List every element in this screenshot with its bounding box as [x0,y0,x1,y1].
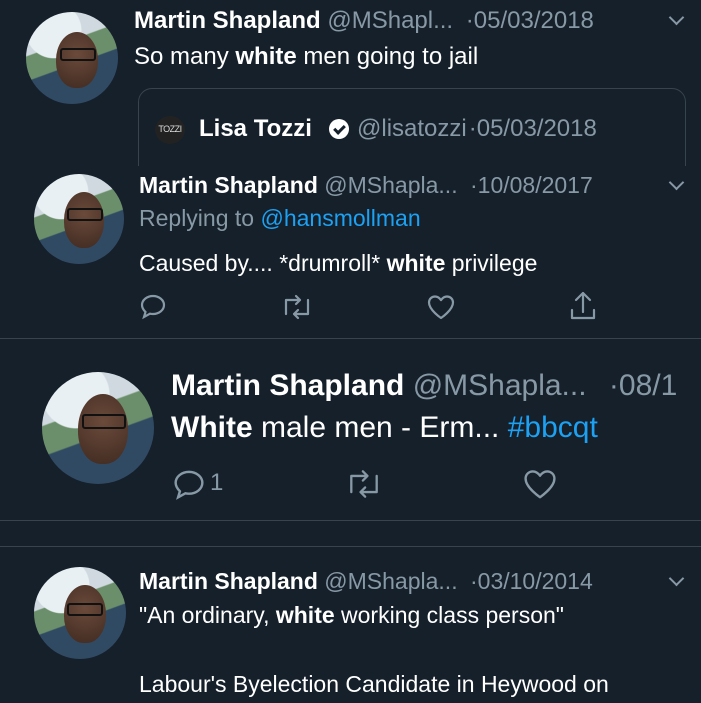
hashtag-link[interactable]: #bbcqt [508,411,598,444]
avatar[interactable] [26,12,118,104]
author-handle[interactable]: @MShapl... [327,7,453,34]
tweet-date[interactable]: 08/1 [619,369,677,402]
quoted-avatar: TOZZI [155,116,185,144]
dot-separator: · [465,7,474,34]
author-handle[interactable]: @MShapla... [324,568,457,594]
dot-separator: · [469,568,478,594]
tweet-text-line-2: Labour's Byelection Candidate in Heywood… [139,671,609,697]
chevron-down-icon[interactable] [668,570,685,587]
dot-separator: · [608,369,619,402]
tweet-text: Caused by.... *drumroll* white privilege [139,250,538,276]
like-icon[interactable] [522,467,558,501]
tweet-date[interactable]: 03/10/2014 [478,568,593,594]
reply-handle-link[interactable]: @hansmollman [260,205,420,231]
verified-badge-icon [329,119,349,139]
author-name[interactable]: Martin Shapland [171,369,404,402]
tweet-text: "An ordinary, white working class person… [139,602,564,628]
retweet-icon[interactable] [280,294,314,320]
tweet-date[interactable]: 05/03/2018 [474,7,594,34]
quoted-tweet-date[interactable]: 05/03/2018 [477,115,597,142]
tweet-3[interactable]: Martin Shapland @MShapla... ·08/1 White … [0,339,701,520]
author-handle[interactable]: @MShapla... [324,172,457,198]
share-icon[interactable] [568,290,598,322]
avatar[interactable] [34,567,126,659]
tweet-text: White male men - Erm... #bbcqt [171,411,598,444]
chevron-down-icon[interactable] [668,174,685,191]
dot-separator: · [468,115,477,142]
retweet-icon[interactable] [344,469,384,499]
dot-separator: · [469,172,478,198]
quoted-tweet[interactable]: TOZZI Lisa Tozzi @lisatozzi·05/03/2018 [138,88,686,166]
chevron-down-icon[interactable] [668,9,685,26]
author-name[interactable]: Martin Shapland [139,172,318,198]
tweet-text: So many white men going to jail [134,43,479,70]
avatar[interactable] [42,372,154,484]
reply-icon[interactable] [139,292,167,320]
tweet-4[interactable]: Martin Shapland @MShapla... ·03/10/2014 … [0,547,701,703]
author-name[interactable]: Martin Shapland [134,7,321,34]
replying-to: Replying to @hansmollman [139,205,421,231]
tweet-1[interactable]: Martin Shapland @MShapl... ·05/03/2018 S… [0,0,701,166]
tweet-date[interactable]: 10/08/2017 [478,172,593,198]
quoted-author-name[interactable]: Lisa Tozzi [199,115,312,142]
like-icon[interactable] [426,293,456,321]
divider [0,520,701,521]
avatar[interactable] [34,174,124,264]
quoted-author-handle[interactable]: @lisatozzi [357,115,467,142]
tweet-2[interactable]: Martin Shapland @MShapla... ·10/08/2017 … [0,166,701,338]
author-name[interactable]: Martin Shapland [139,568,318,594]
reply-icon[interactable] [172,467,206,501]
reply-count: 1 [210,469,224,496]
author-handle[interactable]: @MShapla... [413,369,587,402]
